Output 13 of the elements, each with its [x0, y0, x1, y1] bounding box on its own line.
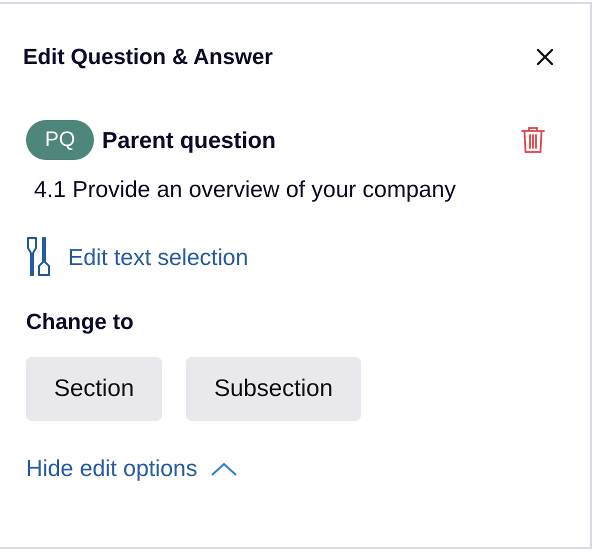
- change-type-button[interactable]: Section: [26, 357, 162, 421]
- edit-selection-link[interactable]: Edit text selection: [26, 237, 248, 277]
- panel-title: Edit Question & Answer: [23, 44, 273, 70]
- question-type-label: Parent question: [102, 126, 277, 154]
- text-cursor-icon: [26, 237, 52, 277]
- delete-icon[interactable]: [520, 126, 546, 154]
- question-badge: PQ: [26, 120, 94, 160]
- section-heading: Change to: [26, 309, 135, 335]
- chevron-icon: [211, 462, 238, 476]
- question-text: 4.1 Provide an overview of your company: [34, 176, 457, 203]
- toggle-options-link[interactable]: Hide edit options: [26, 455, 238, 482]
- change-type-button[interactable]: Subsection: [186, 357, 361, 421]
- close-icon[interactable]: [536, 48, 554, 66]
